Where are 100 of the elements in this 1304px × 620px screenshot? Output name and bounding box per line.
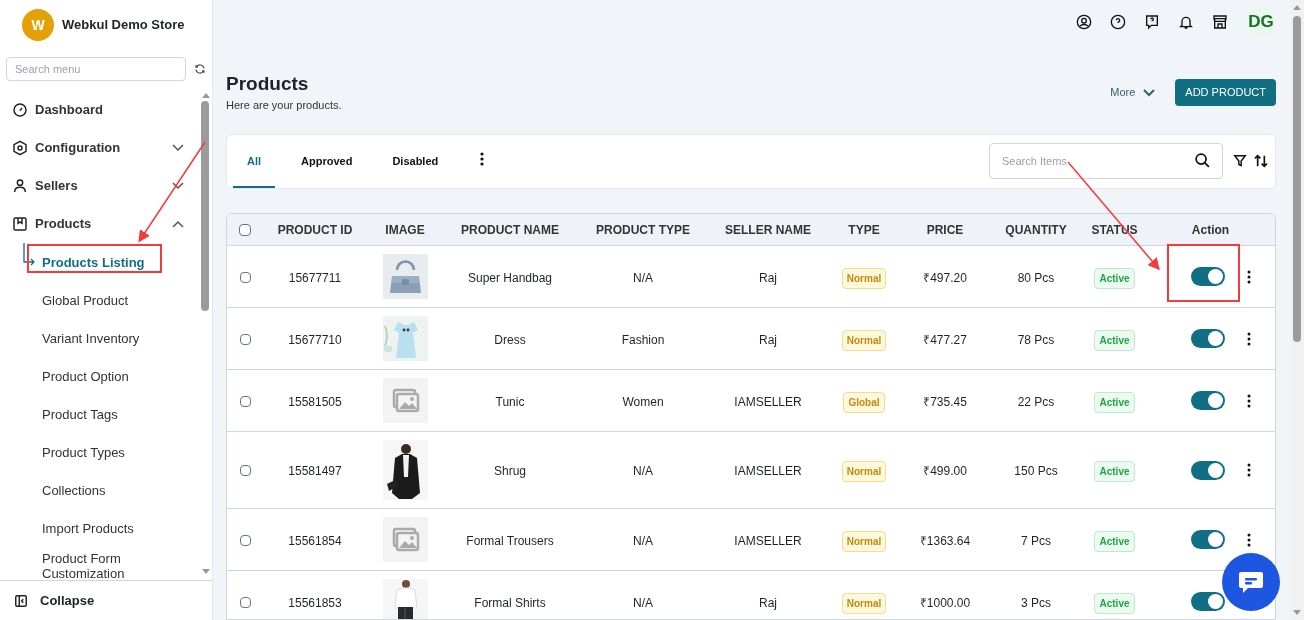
table-cell: 3 Pcs bbox=[1021, 595, 1051, 610]
table-cell: 7 Pcs bbox=[1021, 533, 1051, 548]
menu-item[interactable]: Configuration bbox=[35, 138, 165, 158]
table-cell: 78 Pcs bbox=[1017, 332, 1055, 347]
row-checkbox[interactable] bbox=[239, 395, 251, 407]
table-cell: 15561853 bbox=[288, 595, 342, 610]
submenu-item[interactable]: Import Products bbox=[42, 520, 134, 536]
status-badge: Active bbox=[1094, 391, 1135, 413]
store-logo: W bbox=[22, 9, 54, 41]
row-checkbox[interactable] bbox=[239, 271, 251, 283]
table-cell: Tunic bbox=[495, 394, 525, 409]
toggle-switch[interactable] bbox=[1191, 329, 1225, 348]
user-icon bbox=[12, 178, 28, 194]
status-badge: Active bbox=[1094, 461, 1135, 482]
table-cell: 15561854 bbox=[288, 533, 342, 548]
submenu-item[interactable]: Product Tags bbox=[42, 406, 118, 422]
toggle-switch[interactable] bbox=[1191, 267, 1225, 286]
type-badge: Normal bbox=[841, 329, 887, 351]
table-cell: Dress bbox=[494, 332, 526, 347]
chevron-down-icon bbox=[1143, 88, 1156, 97]
table-cell: 22 Pcs bbox=[1017, 394, 1055, 409]
table-cell: 150 Pcs bbox=[1014, 464, 1058, 478]
tab[interactable]: Approved bbox=[287, 134, 367, 188]
filter-icon[interactable] bbox=[1233, 154, 1247, 168]
table-cell: 80 Pcs bbox=[1017, 270, 1055, 285]
more-options-icon[interactable] bbox=[1247, 269, 1251, 284]
table-cell: 15677711 bbox=[288, 270, 342, 285]
book-icon bbox=[12, 216, 28, 232]
status-badge: Active bbox=[1094, 592, 1135, 614]
table-cell: Raj bbox=[759, 332, 777, 347]
toggle-switch[interactable] bbox=[1191, 460, 1225, 480]
gauge-icon bbox=[12, 102, 28, 118]
table-cell: Raj bbox=[759, 595, 777, 610]
submenu-item[interactable]: Collections bbox=[42, 482, 106, 498]
row-checkbox[interactable] bbox=[239, 333, 251, 345]
store-icon[interactable] bbox=[1212, 14, 1228, 30]
tab[interactable]: All bbox=[233, 134, 276, 188]
column-header: PRICE bbox=[926, 223, 964, 238]
more-dropdown[interactable]: More bbox=[1110, 84, 1156, 101]
toggle-switch[interactable] bbox=[1191, 530, 1225, 549]
submenu-item[interactable]: Product Option bbox=[42, 368, 129, 384]
type-badge: Normal bbox=[841, 592, 887, 614]
sort-icon[interactable] bbox=[1253, 153, 1269, 169]
table-cell: N/A bbox=[633, 270, 653, 285]
submenu-item[interactable]: Global Product bbox=[42, 292, 128, 308]
scrollbar-thumb[interactable] bbox=[1293, 16, 1301, 342]
collapse-icon[interactable] bbox=[14, 593, 28, 608]
scroll-down-icon[interactable] bbox=[201, 568, 211, 576]
scroll-up-icon[interactable] bbox=[201, 91, 211, 99]
table-cell: 15677710 bbox=[288, 332, 342, 347]
refresh-icon[interactable] bbox=[194, 63, 206, 75]
chevron-up-icon[interactable] bbox=[172, 220, 184, 228]
menu-item[interactable]: Dashboard bbox=[35, 100, 184, 120]
type-badge: Normal bbox=[841, 461, 887, 482]
row-checkbox[interactable] bbox=[239, 596, 251, 608]
scrollbar-thumb[interactable] bbox=[201, 101, 209, 311]
more-options-icon[interactable] bbox=[1247, 393, 1251, 408]
help-icon[interactable] bbox=[1110, 14, 1126, 30]
submenu-item[interactable]: Variant Inventory bbox=[42, 330, 140, 346]
chevron-down-icon[interactable] bbox=[172, 144, 184, 152]
row-checkbox[interactable] bbox=[239, 465, 251, 477]
chevron-down-icon[interactable] bbox=[172, 182, 184, 190]
search-field[interactable]: Search menu bbox=[6, 57, 187, 81]
select-all-checkbox[interactable] bbox=[239, 224, 251, 236]
table-cell: IAMSELLER bbox=[734, 464, 802, 478]
user-avatar[interactable]: DG bbox=[1246, 7, 1276, 37]
image-placeholder-icon bbox=[382, 517, 428, 562]
row-checkbox[interactable] bbox=[239, 534, 251, 546]
table-cell: ₹477.27 bbox=[923, 332, 967, 347]
status-badge: Active bbox=[1094, 530, 1135, 552]
table-cell: Formal Shirts bbox=[474, 595, 546, 610]
table-cell: 15581505 bbox=[288, 394, 342, 409]
submenu-item[interactable]: Products Listing bbox=[42, 254, 145, 270]
submenu-item[interactable]: Product Types bbox=[42, 444, 125, 460]
table-cell: ₹499.00 bbox=[923, 464, 967, 478]
page-subtitle: Here are your products. bbox=[226, 98, 342, 113]
search-field[interactable]: Search Items bbox=[989, 143, 1223, 179]
user-icon[interactable] bbox=[1076, 14, 1092, 30]
page-title: Products bbox=[226, 72, 310, 96]
search-icon[interactable] bbox=[1194, 152, 1211, 169]
bell-icon[interactable] bbox=[1178, 14, 1194, 30]
column-header: PRODUCT TYPE bbox=[596, 223, 690, 238]
menu-item[interactable]: Sellers bbox=[35, 176, 165, 196]
collapse-button[interactable]: Collapse bbox=[40, 590, 95, 611]
more-options-icon[interactable] bbox=[480, 152, 485, 166]
toggle-switch[interactable] bbox=[1191, 391, 1225, 410]
submenu-item[interactable]: Product Form Customization bbox=[42, 551, 184, 580]
more-options-icon[interactable] bbox=[1247, 331, 1251, 346]
column-header: IMAGE bbox=[385, 223, 425, 238]
more-options-icon[interactable] bbox=[1247, 532, 1251, 547]
column-header: Action bbox=[1191, 223, 1230, 238]
store-name: Webkul Demo Store bbox=[62, 16, 185, 35]
add-product-button[interactable]: ADD PRODUCT bbox=[1175, 79, 1276, 106]
table-cell: N/A bbox=[633, 595, 653, 610]
tab[interactable]: Disabled bbox=[378, 134, 453, 188]
feedback-icon[interactable] bbox=[1144, 14, 1160, 30]
menu-item[interactable]: Products bbox=[35, 214, 165, 234]
toggle-switch[interactable] bbox=[1191, 592, 1225, 611]
more-options-icon[interactable] bbox=[1247, 463, 1251, 477]
table-cell: Formal Trousers bbox=[466, 533, 554, 548]
